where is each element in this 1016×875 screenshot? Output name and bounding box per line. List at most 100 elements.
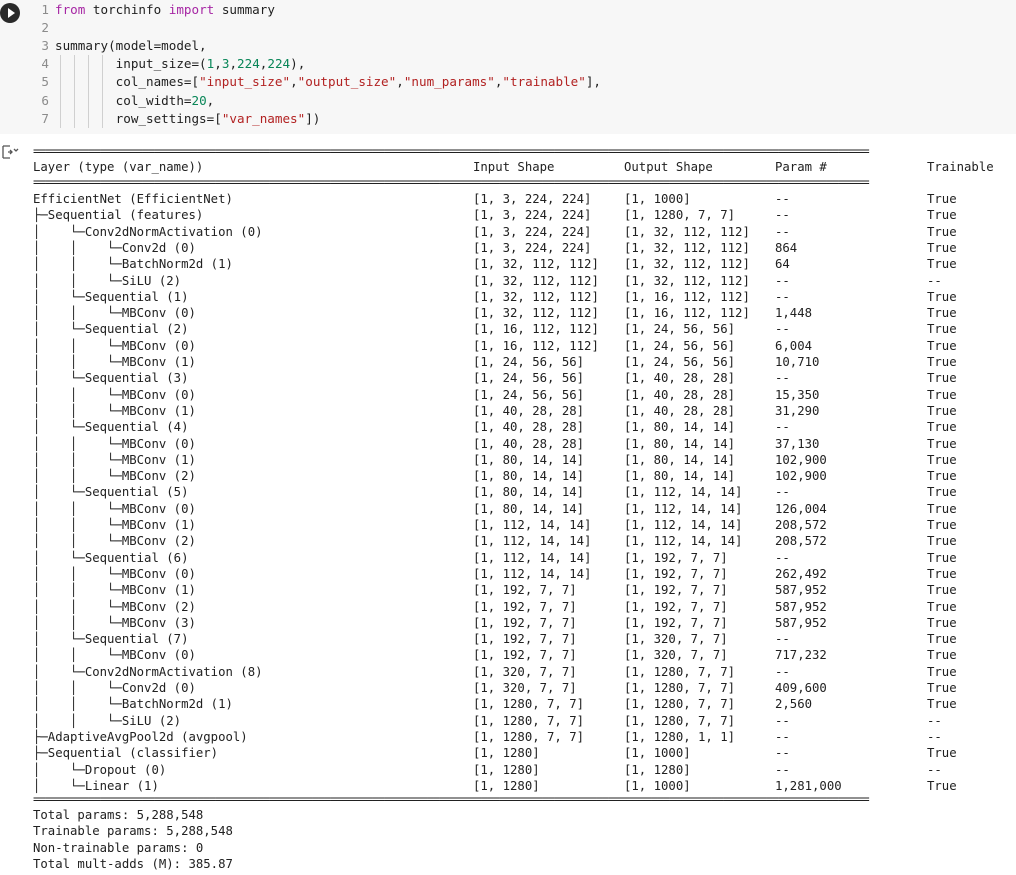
indent-guide [74,55,75,128]
layer-cell: │ └─Sequential (5) [33,485,189,500]
trainable-cell: True [927,599,957,614]
line-number: 7 [41,110,49,126]
trainable-cell: True [927,224,957,239]
output-shape-cell: [1, 40, 28, 28] [624,387,736,402]
output-shape-cell: [1, 112, 14, 14] [624,501,743,516]
param-cell: 10,710 [775,355,820,369]
output-shape-cell: [1, 192, 7, 7] [624,583,728,598]
code-token: torchinfo [85,2,169,17]
code-line[interactable]: 7 row_settings=["var_names"]) [28,110,320,128]
code-token: col_names=[ [55,74,200,90]
layer-cell: │ └─Sequential (4) [33,420,189,435]
output-shape-cell: [1, 1280, 7, 7] [624,208,736,223]
param-cell: 1,281,000 [775,778,842,793]
trainable-cell: True [927,664,957,679]
code-token: , [206,92,215,108]
input-shape-cell: [1, 320, 7, 7] [473,664,577,679]
input-shape-cell: [1, 40, 28, 28] [473,403,585,418]
layer-cell: │ │ └─Conv2d (0) [33,681,196,695]
layer-cell: │ │ └─MBConv (0) [33,648,196,663]
input-shape-cell: [1, 1280] [473,762,540,777]
layer-cell: │ │ └─MBConv (2) [33,534,196,549]
output-actions-icon[interactable] [0,144,20,160]
code-line[interactable]: 3 summary(model=model, [28,37,207,55]
indent-guide [102,55,103,128]
layer-cell: │ │ └─MBConv (0) [33,566,196,581]
code-token: , [396,74,404,90]
layer-cell: ├─AdaptiveAvgPool2d (avgpool) [33,729,248,744]
input-shape-cell: [1, 16, 112, 112] [473,322,599,337]
param-cell: 2,560 [775,697,813,712]
run-cell-button[interactable] [0,3,20,23]
param-cell: -- [775,632,790,647]
line-number: 2 [41,20,49,36]
trainable-cell: True [927,240,957,255]
layer-cell: │ └─Linear (1) [33,778,159,793]
output-shape-cell: [1, 32, 112, 112] [624,257,750,272]
param-cell: 208,572 [775,518,827,532]
param-cell: 64 [775,257,790,272]
param-cell: -- [775,420,790,435]
param-cell: 31,290 [775,403,820,418]
output-shape-cell: [1, 16, 112, 112] [624,306,750,321]
code-line[interactable]: 1 from torchinfo import summary [28,1,275,19]
input-shape-cell: [1, 80, 14, 14] [473,501,585,516]
trainable-cell: True [927,485,957,500]
param-cell: -- [775,762,790,777]
summary-total: Trainable params: 5,288,548 [33,824,233,839]
output-shape-cell: [1, 80, 14, 14] [624,452,736,467]
indent-guide [88,55,89,128]
trainable-cell: True [927,550,957,565]
trainable-cell: -- [927,729,942,744]
output-shape-cell: [1, 24, 56, 56] [624,355,736,369]
layer-cell: │ │ └─Conv2d (0) [33,240,196,255]
code-line[interactable]: 5 col_names=["input_size","output_size",… [28,73,601,91]
input-shape-cell: [1, 40, 28, 28] [473,420,585,435]
output-shape-cell: [1, 1280, 7, 7] [624,697,736,712]
input-shape-cell: [1, 32, 112, 112] [473,306,599,321]
code-line[interactable]: 6 col_width=20, [28,92,214,110]
layer-cell: ├─Sequential (classifier) [33,746,219,761]
output-shape-cell: [1, 1280] [624,762,691,777]
indent-guide [60,55,61,128]
trainable-cell: True [927,403,957,418]
param-cell: -- [775,550,790,565]
param-cell: 126,004 [775,501,827,516]
layer-cell: │ │ └─MBConv (1) [33,518,196,532]
summary-total: Total params: 5,288,548 [33,808,204,823]
layer-cell: │ │ └─MBConv (0) [33,387,196,402]
trainable-cell: True [927,371,957,386]
layer-cell: │ │ └─SiLU (2) [33,273,182,288]
output-shape-cell: [1, 1280, 7, 7] [624,713,736,728]
code-token: summary(model=model, [55,38,207,54]
output-shape-cell: [1, 80, 14, 14] [624,436,736,451]
code-cell[interactable]: 1 from torchinfo import summary 2 3 summary(… [0,0,1016,134]
code-editor[interactable]: 1 from torchinfo import summary 2 3 summary(… [28,0,1016,134]
collapse-output-icon [2,145,19,159]
code-line[interactable]: 4 input_size=(1,3,224,224), [28,55,305,73]
code-token: ]) [305,110,321,126]
trainable-cell: True [927,257,957,272]
code-token: row_settings=[ [55,110,222,126]
line-number: 5 [41,74,49,90]
line-number: 1 [41,2,49,17]
output-shape-cell: [1, 112, 14, 14] [624,534,743,549]
param-cell: 262,492 [775,566,827,581]
separator-line: ========================================… [33,147,870,155]
output-shape-cell: [1, 1000] [624,778,691,793]
code-line[interactable]: 2 [28,19,55,37]
input-shape-cell: [1, 16, 112, 112] [473,338,599,353]
trainable-cell: True [927,469,957,484]
layer-cell: │ │ └─BatchNorm2d (1) [33,257,233,272]
output-shape-cell: [1, 40, 28, 28] [624,403,736,418]
code-token: , [290,74,298,90]
trainable-cell: True [927,436,957,451]
output-shape-cell: [1, 24, 56, 56] [624,322,736,337]
separator-line: ========================================… [33,178,870,186]
summary-total: Total mult-adds (M): 385.87 [33,857,233,871]
code-token: 20 [191,92,207,108]
input-shape-cell: [1, 32, 112, 112] [473,289,599,304]
output-shape-cell: [1, 40, 28, 28] [624,371,736,386]
param-cell: 6,004 [775,338,813,353]
code-token: "output_size" [297,74,397,90]
